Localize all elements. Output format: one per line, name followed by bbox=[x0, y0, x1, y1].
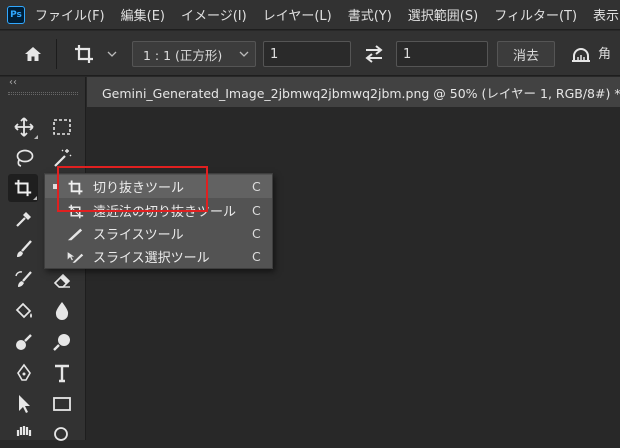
menu-type[interactable]: 書式(Y) bbox=[348, 5, 392, 24]
clear-button[interactable]: 消去 bbox=[497, 41, 555, 67]
move-icon bbox=[14, 117, 34, 137]
rectangle-tool[interactable] bbox=[47, 390, 77, 418]
menu-file[interactable]: ファイル(F) bbox=[35, 5, 105, 24]
crop-icon bbox=[14, 179, 32, 197]
crop-preset-picker[interactable] bbox=[66, 41, 124, 67]
aspect-ratio-select[interactable]: 1 : 1 (正方形) bbox=[132, 41, 256, 67]
hand-tool[interactable] bbox=[9, 420, 39, 448]
canvas-area[interactable] bbox=[87, 108, 620, 440]
magic-wand-icon bbox=[54, 149, 72, 167]
document-tab[interactable]: Gemini_Generated_Image_2jbmwq2jbmwq2jbm.… bbox=[87, 77, 620, 107]
lasso-tool[interactable] bbox=[9, 144, 39, 172]
pen-icon bbox=[17, 363, 31, 381]
photoshop-logo-icon[interactable]: Ps bbox=[7, 5, 25, 24]
highlight-annotation-box bbox=[57, 166, 208, 212]
menu-view[interactable]: 表示(V) bbox=[593, 5, 620, 24]
brush-icon bbox=[17, 240, 32, 257]
angle-label: 角 bbox=[598, 47, 612, 62]
chevron-down-icon bbox=[107, 51, 117, 57]
dodge-tool[interactable] bbox=[9, 328, 39, 356]
path-selection-tool[interactable] bbox=[9, 390, 39, 418]
flyout-item-shortcut: C bbox=[252, 203, 261, 218]
hand-icon bbox=[16, 426, 32, 436]
straighten-icon bbox=[572, 48, 590, 62]
paint-bucket-tool[interactable] bbox=[9, 297, 39, 325]
dodge-icon bbox=[16, 334, 32, 350]
chevron-down-icon bbox=[239, 51, 249, 57]
history-brush-tool[interactable] bbox=[9, 266, 39, 294]
eyedropper-icon bbox=[16, 212, 31, 227]
home-icon bbox=[25, 47, 41, 61]
swap-dimensions-button[interactable] bbox=[360, 43, 388, 65]
eraser-icon bbox=[53, 273, 71, 288]
options-bar: 1 : 1 (正方形) 1 1 消去 角 bbox=[0, 31, 620, 76]
zoom-icon bbox=[54, 427, 68, 441]
width-input[interactable]: 1 bbox=[263, 41, 351, 67]
eraser-tool[interactable] bbox=[47, 266, 77, 294]
flyout-item-shortcut: C bbox=[252, 249, 261, 264]
marquee-tool[interactable] bbox=[47, 113, 77, 141]
menu-image[interactable]: イメージ(I) bbox=[181, 5, 247, 24]
collapse-panel-icon[interactable]: ‹‹ bbox=[9, 77, 17, 88]
paint-bucket-icon bbox=[15, 302, 32, 319]
menu-layer[interactable]: レイヤー(L) bbox=[263, 5, 332, 24]
tool-group-indicator bbox=[33, 196, 37, 200]
home-button[interactable] bbox=[20, 42, 46, 66]
arrow-pointer-icon bbox=[19, 395, 30, 413]
options-separator bbox=[56, 39, 57, 69]
menu-select[interactable]: 選択範囲(S) bbox=[408, 5, 478, 24]
flyout-item-label: スライスツール bbox=[93, 228, 184, 243]
lasso-icon bbox=[16, 149, 34, 167]
menu-bar: Ps ファイル(F) 編集(E) イメージ(I) レイヤー(L) 書式(Y) 選… bbox=[0, 0, 620, 30]
magnifier-icon bbox=[53, 334, 70, 351]
rectangle-icon bbox=[53, 397, 71, 411]
blur-tool[interactable] bbox=[47, 297, 77, 325]
brush-tool[interactable] bbox=[9, 235, 39, 263]
tool-group-indicator bbox=[34, 135, 38, 139]
document-tab-title: Gemini_Generated_Image_2jbmwq2jbmwq2jbm.… bbox=[102, 85, 620, 101]
history-brush-icon bbox=[15, 271, 32, 287]
flyout-item-shortcut: C bbox=[252, 179, 261, 194]
type-icon bbox=[55, 364, 69, 383]
straighten-button[interactable] bbox=[568, 42, 594, 66]
move-tool[interactable] bbox=[9, 113, 39, 141]
zoom-tool[interactable] bbox=[47, 420, 77, 448]
menu-edit[interactable]: 編集(E) bbox=[121, 5, 165, 24]
aspect-ratio-value: 1 : 1 (正方形) bbox=[143, 47, 223, 63]
drop-icon bbox=[55, 302, 69, 320]
crop-tool[interactable] bbox=[8, 174, 38, 202]
flyout-item-shortcut: C bbox=[252, 226, 261, 241]
type-tool[interactable] bbox=[47, 359, 77, 387]
flyout-item-label: スライス選択ツール bbox=[93, 251, 210, 266]
document-tab-bar: Gemini_Generated_Image_2jbmwq2jbmwq2jbm.… bbox=[87, 77, 620, 107]
flyout-item-slice-select[interactable]: スライス選択ツール C bbox=[45, 245, 272, 268]
height-input[interactable]: 1 bbox=[396, 41, 488, 67]
menu-filter[interactable]: フィルター(T) bbox=[494, 5, 577, 24]
pen-tool[interactable] bbox=[9, 359, 39, 387]
zoom-lens-tool[interactable] bbox=[47, 328, 77, 356]
eyedropper-tool[interactable] bbox=[9, 205, 39, 233]
flyout-item-slice[interactable]: スライスツール C bbox=[45, 222, 272, 245]
swap-arrows-icon bbox=[365, 45, 383, 63]
slice-select-icon bbox=[67, 252, 84, 263]
slice-icon bbox=[67, 228, 83, 241]
rectangle-marquee-icon bbox=[53, 119, 71, 135]
panel-grip[interactable] bbox=[8, 92, 78, 95]
crop-icon bbox=[75, 45, 93, 63]
